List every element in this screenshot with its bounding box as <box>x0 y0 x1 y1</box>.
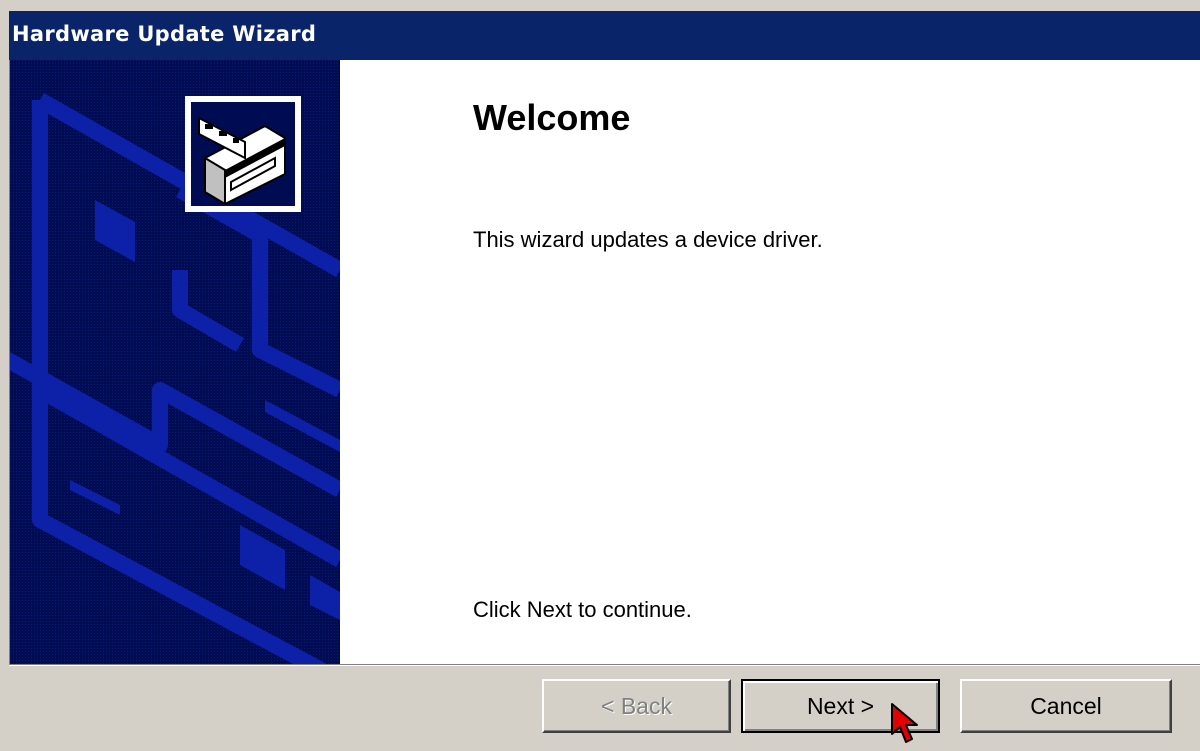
button-divider <box>9 664 1200 666</box>
wizard-content: Welcome This wizard updates a device dri… <box>9 60 1200 664</box>
page-title: Welcome <box>473 97 631 138</box>
continue-instruction: Click Next to continue. <box>473 597 692 622</box>
cancel-button[interactable]: Cancel <box>960 679 1172 733</box>
back-button[interactable]: < Back <box>542 679 731 733</box>
mouse-pointer-icon <box>890 702 922 751</box>
hardware-drive-icon <box>185 96 301 212</box>
hardware-update-wizard-window: Hardware Update Wizard Welcome This wiza… <box>0 0 1200 745</box>
title-bar[interactable]: Hardware Update Wizard <box>9 11 1200 60</box>
window-title: Hardware Update Wizard <box>12 22 317 46</box>
wizard-side-banner <box>10 60 340 664</box>
wizard-description: This wizard updates a device driver. <box>473 227 823 252</box>
